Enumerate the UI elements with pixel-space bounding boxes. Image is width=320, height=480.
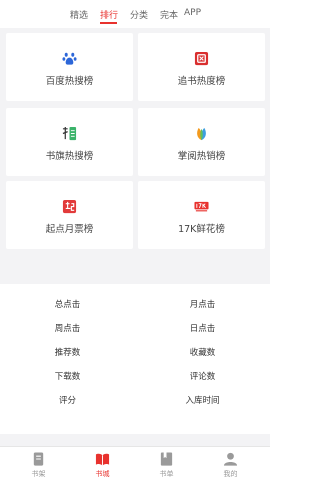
bookshelf-icon xyxy=(33,452,44,466)
rank-card-qidian[interactable]: 起点月票榜 xyxy=(6,181,133,249)
top-tab-bar: 精选 排行 分类 完本 APP xyxy=(0,0,270,28)
sort-date-added[interactable]: 入库时间 xyxy=(135,394,270,406)
sort-total-clicks[interactable]: 总点击 xyxy=(0,298,135,310)
nav-label: 我的 xyxy=(223,470,238,478)
tab-ranking[interactable]: 排行 xyxy=(100,8,118,21)
booklist-icon xyxy=(160,452,173,466)
rank-card-baidu[interactable]: 百度热搜榜 xyxy=(6,33,133,101)
bookstore-icon xyxy=(95,453,110,466)
rank-card-zhangyue[interactable]: 掌阅热销榜 xyxy=(138,108,265,176)
17k-icon xyxy=(194,201,209,212)
rank-card-shuqi[interactable]: 书旗热搜榜 xyxy=(6,108,133,176)
sort-recommendations[interactable]: 推荐数 xyxy=(0,346,135,358)
sort-options-panel: 总点击 月点击 周点击 日点击 推荐数 收藏数 下载数 评论数 评分 入库时间 xyxy=(0,284,270,434)
zhuishu-icon xyxy=(194,51,209,66)
qidian-icon xyxy=(62,199,77,214)
sort-rating[interactable]: 评分 xyxy=(0,394,135,406)
rank-card-label: 17K鲜花榜 xyxy=(178,224,225,235)
nav-label: 书架 xyxy=(31,470,46,478)
baidu-paw-icon xyxy=(62,52,77,65)
sort-monthly-clicks[interactable]: 月点击 xyxy=(135,298,270,310)
rank-card-label: 追书热度榜 xyxy=(177,76,226,87)
sort-comments[interactable]: 评论数 xyxy=(135,370,270,382)
bottom-navigation: 书架 书城 书单 我的 xyxy=(0,446,270,480)
rank-card-label: 书旗热搜榜 xyxy=(45,151,94,162)
rank-card-label: 百度热搜榜 xyxy=(45,76,94,87)
rank-card-zhuishu[interactable]: 追书热度榜 xyxy=(138,33,265,101)
nav-bookshelf[interactable]: 书架 xyxy=(5,447,72,480)
nav-label: 书单 xyxy=(159,470,174,478)
sort-favorites[interactable]: 收藏数 xyxy=(135,346,270,358)
ranking-content: 百度热搜榜 追书热度榜 书旗热搜榜 掌阅热销榜 起点月票榜 17K鲜花榜 总点击… xyxy=(0,28,270,446)
nav-profile[interactable]: 我的 xyxy=(197,447,264,480)
rank-card-17k[interactable]: 17K鲜花榜 xyxy=(138,181,265,249)
sort-daily-clicks[interactable]: 日点击 xyxy=(135,322,270,334)
rank-card-label: 起点月票榜 xyxy=(45,224,94,235)
nav-label: 书城 xyxy=(95,470,110,478)
shuqi-icon xyxy=(62,126,77,141)
active-tab-indicator xyxy=(100,22,117,24)
tab-app[interactable]: APP xyxy=(184,8,201,18)
sort-downloads[interactable]: 下载数 xyxy=(0,370,135,382)
zhangyue-leaf-icon xyxy=(197,127,206,141)
sort-weekly-clicks[interactable]: 周点击 xyxy=(0,322,135,334)
tab-featured[interactable]: 精选 xyxy=(70,8,88,21)
tab-completed[interactable]: 完本 xyxy=(160,8,178,21)
tab-categories[interactable]: 分类 xyxy=(130,8,148,21)
nav-booklist[interactable]: 书单 xyxy=(133,447,200,480)
nav-bookstore[interactable]: 书城 xyxy=(69,447,136,480)
profile-icon xyxy=(223,452,238,466)
rank-card-label: 掌阅热销榜 xyxy=(177,151,226,162)
